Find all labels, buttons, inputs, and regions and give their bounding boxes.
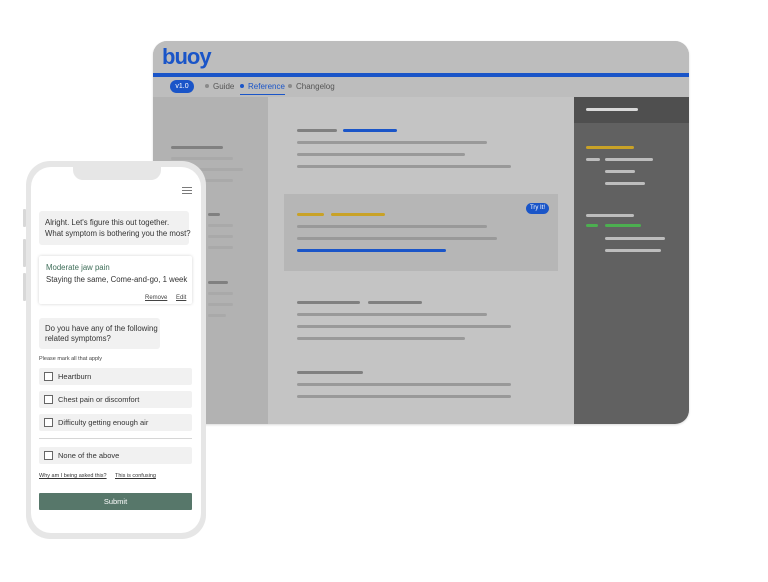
question-line: Alright. Let's figure this out together. [45, 218, 170, 227]
confusing-link[interactable]: This is confusing [115, 473, 156, 479]
docs-content: Try It! [268, 97, 574, 424]
sidebar-placeholder [171, 157, 233, 160]
sidebar-placeholder [208, 224, 233, 227]
code-placeholder [605, 249, 661, 252]
bullet-icon [240, 83, 244, 88]
sidebar-placeholder [208, 281, 228, 284]
phone-device: Alright. Let's figure this out together.… [23, 161, 206, 539]
instruction-text: Please mark all that apply [39, 356, 102, 362]
content-placeholder [297, 301, 360, 304]
hamburger-menu-icon[interactable] [182, 187, 192, 195]
version-badge[interactable]: v1.0 [170, 80, 194, 93]
code-panel-header [574, 97, 689, 123]
option-heartburn[interactable]: Heartburn [39, 368, 192, 385]
buoy-logo[interactable]: buoy [162, 44, 212, 70]
content-placeholder [297, 165, 511, 168]
app-header: buoy [153, 41, 689, 73]
content-placeholder [297, 213, 324, 216]
answer-card: Moderate jaw pain Staying the same, Come… [39, 256, 192, 304]
option-label: None of the above [58, 451, 120, 460]
sidebar-placeholder [208, 292, 233, 295]
code-placeholder [605, 182, 645, 185]
bullet-icon [205, 83, 209, 88]
code-placeholder [605, 170, 635, 173]
content-placeholder [297, 395, 511, 398]
phone-screen: Alright. Let's figure this out together.… [31, 167, 201, 533]
checkbox-icon[interactable] [44, 395, 53, 404]
code-placeholder [605, 224, 641, 227]
content-placeholder [368, 301, 422, 304]
checkbox-icon[interactable] [44, 451, 53, 460]
volume-button [23, 239, 26, 267]
content-placeholder [297, 325, 511, 328]
option-chest-pain[interactable]: Chest pain or discomfort [39, 391, 192, 408]
options-divider [39, 438, 192, 439]
checkbox-icon[interactable] [44, 372, 53, 381]
code-placeholder [605, 237, 665, 240]
sidebar-placeholder [208, 235, 233, 238]
content-placeholder [297, 371, 363, 374]
sidebar-placeholder [171, 146, 223, 149]
why-asked-link[interactable]: Why am I being asked this? [39, 473, 107, 479]
question-line: related symptoms? [45, 334, 111, 343]
option-none[interactable]: None of the above [39, 447, 192, 464]
content-placeholder [297, 141, 487, 144]
submit-button[interactable]: Submit [39, 493, 192, 510]
code-placeholder [605, 158, 653, 161]
answer-subtitle: Staying the same, Come-and-go, 1 week [46, 275, 188, 284]
remove-link[interactable]: Remove [145, 295, 167, 301]
docs-nav: v1.0 Guide Reference Changelog [153, 77, 689, 97]
nav-guide[interactable]: Guide [205, 80, 234, 94]
code-placeholder [586, 214, 634, 217]
option-label: Chest pain or discomfort [58, 395, 140, 404]
code-placeholder [586, 224, 598, 227]
question-bubble: Alright. Let's figure this out together.… [39, 211, 191, 245]
bullet-icon [288, 83, 292, 88]
option-label: Heartburn [58, 372, 92, 381]
content-placeholder [297, 383, 511, 386]
nav-changelog[interactable]: Changelog [288, 80, 335, 94]
volume-button [23, 209, 26, 227]
sidebar-placeholder [208, 314, 226, 317]
code-placeholder [586, 158, 600, 161]
content-placeholder [297, 129, 337, 132]
content-placeholder [297, 313, 487, 316]
checkbox-icon[interactable] [44, 418, 53, 427]
desktop-window: buoy v1.0 Guide Reference Changelog Try … [153, 41, 689, 424]
content-placeholder [297, 249, 446, 252]
answer-title: Moderate jaw pain [46, 263, 110, 272]
sidebar-placeholder [208, 246, 233, 249]
option-label: Difficulty getting enough air [58, 418, 149, 427]
content-placeholder [297, 337, 465, 340]
nav-reference[interactable]: Reference [240, 80, 285, 95]
content-placeholder [331, 213, 385, 216]
phone-notch [73, 167, 161, 180]
sidebar-placeholder [208, 213, 220, 216]
content-placeholder [297, 153, 465, 156]
question-line: What symptom is bothering you the most? [45, 229, 191, 238]
option-difficulty-breathing[interactable]: Difficulty getting enough air [39, 414, 192, 431]
sidebar-placeholder [208, 303, 233, 306]
code-panel [574, 97, 689, 424]
content-placeholder [297, 225, 487, 228]
code-placeholder [586, 146, 634, 149]
edit-link[interactable]: Edit [176, 295, 186, 301]
code-placeholder [586, 108, 638, 111]
content-placeholder [343, 129, 397, 132]
question-bubble: Do you have any of the following related… [39, 318, 160, 349]
content-placeholder [297, 237, 497, 240]
volume-button [23, 273, 26, 301]
try-it-card: Try It! [284, 194, 558, 271]
try-it-button[interactable]: Try It! [526, 203, 549, 214]
